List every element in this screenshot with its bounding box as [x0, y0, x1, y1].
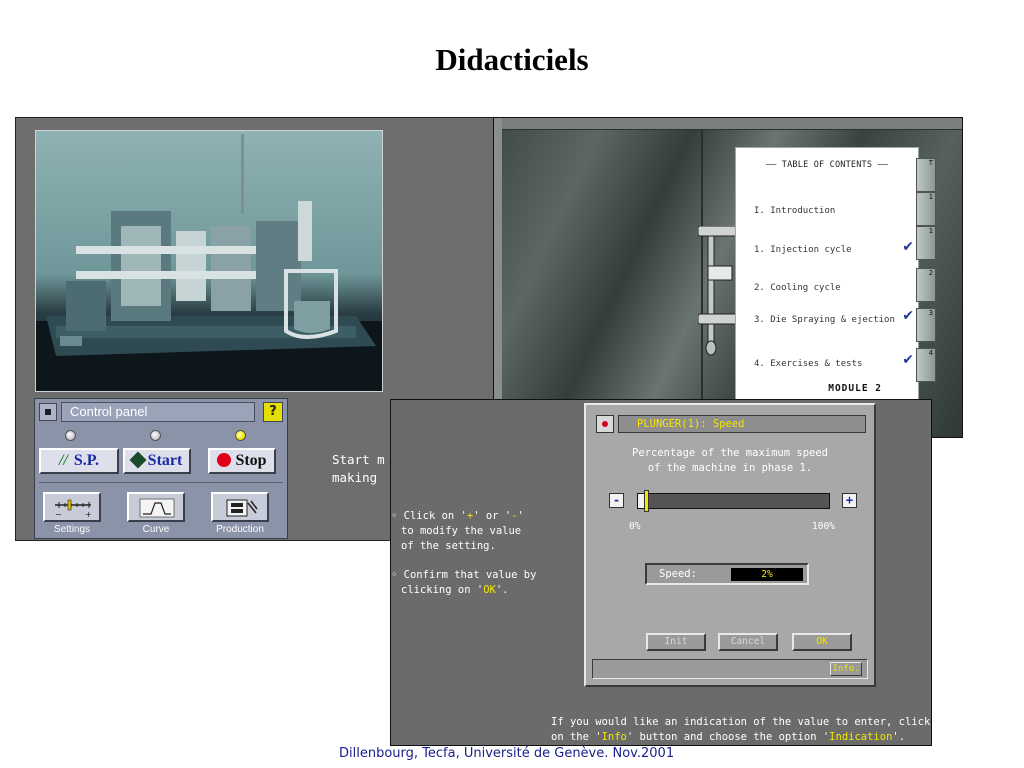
close-icon: [602, 421, 608, 427]
speed-label: Speed:: [659, 568, 697, 580]
increase-button[interactable]: +: [842, 493, 857, 508]
stop-circle-icon: [217, 453, 232, 467]
chapter-tab[interactable]: 2: [916, 268, 936, 302]
production-button[interactable]: [211, 492, 269, 522]
dialog-status-bar: Info.: [592, 659, 868, 679]
injection-check-icon: ✔: [902, 239, 914, 255]
stop-indicator-lamp: [235, 430, 246, 441]
toc-heading: —— TABLE OF CONTENTS ——: [765, 160, 889, 170]
plunger-speed-dialog: PLUNGER(1): Speed Percentage of the maxi…: [584, 403, 876, 687]
decrease-button[interactable]: -: [609, 493, 624, 508]
toc-screenshot: —— TABLE OF CONTENTS —— I. Introduction …: [493, 117, 963, 438]
hint-text: ' button and choose the option ': [626, 731, 830, 743]
chapter-tab[interactable]: 3: [916, 308, 936, 342]
ok-button[interactable]: OK: [792, 633, 852, 651]
sp-button-label: S.P.: [73, 452, 100, 469]
instruction-line-2: to modify the value: [401, 525, 522, 537]
instruction-line-4: ◦ Confirm that value by: [391, 569, 537, 581]
spraying-check-icon: ✔: [902, 308, 914, 324]
stop-button[interactable]: Stop: [208, 448, 276, 474]
plunger-screenshot: ◦ Click on '+' or '-' to modify the valu…: [390, 399, 932, 746]
curve-icon: [139, 498, 175, 518]
sp-button[interactable]: // S.P.: [39, 448, 119, 474]
instruction-text: ': [517, 510, 524, 522]
control-panel-close-button[interactable]: [39, 403, 57, 421]
instruction-line-5: clicking on 'OK'.: [401, 583, 509, 598]
settings-scale-icon: − +: [55, 499, 92, 519]
speed-slider[interactable]: [637, 490, 830, 512]
ok-highlight: OK: [483, 584, 496, 596]
production-label: Production: [216, 524, 264, 535]
production-icon: [226, 499, 258, 517]
toc-item-exercises[interactable]: 4. Exercises & tests: [754, 359, 862, 369]
speed-value: 2%: [731, 568, 803, 581]
instruction-text: ' or ': [473, 510, 512, 522]
control-panel-titlebar: Control panel ?: [39, 402, 283, 422]
start-indicator-lamp: [150, 430, 161, 441]
binder-left-frame: [494, 118, 502, 437]
init-button[interactable]: Init: [646, 633, 706, 651]
curve-label: Curve: [142, 524, 170, 535]
slider-handle[interactable]: [644, 490, 649, 512]
hint-text: on the ': [551, 731, 602, 743]
info-button[interactable]: Info.: [830, 662, 862, 676]
toc-item-introduction[interactable]: I. Introduction: [754, 206, 835, 216]
control-panel-title: Control panel: [61, 402, 255, 422]
info-hint-line-2: on the 'Info' button and choose the opti…: [551, 730, 930, 745]
injection-machine-illustration: [36, 134, 382, 391]
toc-heading-text: TABLE OF CONTENTS: [781, 160, 873, 170]
speed-readout: Speed: 2%: [645, 563, 809, 585]
curve-button[interactable]: [127, 492, 185, 522]
close-icon: [45, 409, 51, 415]
toc-item-injection[interactable]: 1. Injection cycle: [754, 245, 852, 255]
instruction-text: Click on ': [403, 510, 467, 522]
toc-item-spraying[interactable]: 3. Die Spraying & ejection: [754, 315, 895, 325]
chapter-tab[interactable]: 4: [916, 348, 936, 382]
instruction-text: '.: [495, 584, 509, 596]
exercises-check-icon: ✔: [902, 352, 914, 368]
module-label: MODULE 2: [828, 383, 882, 394]
sp-slash-icon: //: [58, 452, 68, 469]
instruction-text: clicking on ': [401, 584, 484, 596]
dialog-description: Percentage of the maximum speed of the m…: [632, 447, 828, 474]
svg-text:−: −: [55, 510, 62, 519]
chapter-tab[interactable]: 1: [916, 226, 936, 260]
info-hint-line-1: If you would like an indication of the v…: [551, 716, 931, 728]
dialog-title: PLUNGER(1): Speed: [618, 415, 866, 433]
control-panel: Control panel ? // S.P. Start Stop − + Se…: [34, 398, 288, 539]
cancel-button[interactable]: Cancel: [718, 633, 778, 651]
play-diamond-icon: [129, 451, 147, 469]
svg-text:+: +: [85, 510, 92, 519]
scale-max-label: 100%: [812, 521, 835, 532]
start-instruction-text: Start m making: [332, 452, 385, 485]
help-button[interactable]: ?: [263, 402, 283, 422]
info-hint: If you would like an indication of the v…: [551, 715, 930, 745]
chapter-tab[interactable]: T: [916, 158, 936, 192]
instruction-text: Confirm that value by: [403, 569, 537, 581]
instruction-line-1: ◦ Click on '+' or '-': [391, 510, 524, 522]
scale-min-label: 0%: [629, 521, 641, 532]
stop-button-label: Stop: [235, 452, 267, 469]
table-of-contents: —— TABLE OF CONTENTS —— I. Introduction …: [735, 147, 919, 403]
settings-label: Settings: [53, 524, 91, 535]
info-highlight: Info: [601, 731, 627, 743]
sp-indicator-lamp: [65, 430, 76, 441]
toc-item-cooling[interactable]: 2. Cooling cycle: [754, 283, 841, 293]
start-button[interactable]: Start: [123, 448, 191, 474]
dialog-close-button[interactable]: [596, 415, 614, 433]
slide-footer: Dillenbourg, Tecfa, Université de Genève…: [339, 746, 675, 761]
instruction-line-3: of the setting.: [401, 540, 496, 552]
binder-top-frame: [494, 118, 962, 130]
chapter-tabs: T 1 1 2 3 4: [916, 158, 936, 398]
start-button-label: Start: [147, 452, 183, 469]
machine-video: [35, 130, 383, 392]
chapter-tab[interactable]: 1: [916, 192, 936, 226]
indication-highlight: Indication: [829, 731, 893, 743]
settings-button[interactable]: − +: [43, 492, 101, 522]
slide-title: Didacticiels: [435, 42, 589, 77]
control-panel-divider: [39, 482, 283, 483]
hint-text: '.: [892, 731, 906, 743]
